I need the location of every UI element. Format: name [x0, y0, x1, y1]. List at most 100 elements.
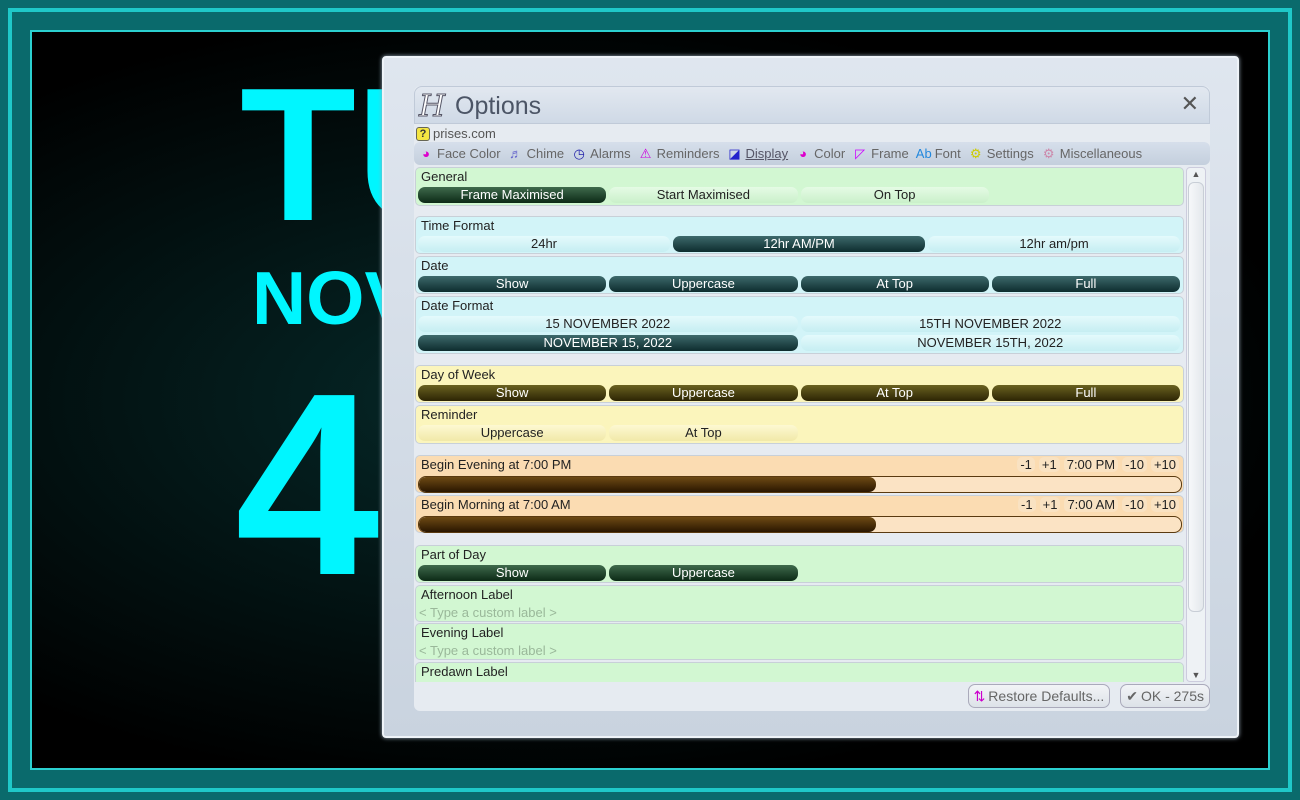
option-toggle-november-15th-2022[interactable]: NOVEMBER 15TH, 2022	[800, 335, 1180, 351]
tab-label: Miscellaneous	[1059, 146, 1143, 161]
scroll-up-icon[interactable]: ▲	[1187, 169, 1205, 179]
slider-fill	[419, 477, 877, 492]
close-icon[interactable]: ✕	[1181, 91, 1199, 117]
scroll-down-icon[interactable]: ▼	[1187, 670, 1205, 680]
section-label: General	[421, 169, 468, 184]
tab-frame[interactable]: ◸ Frame	[852, 146, 909, 162]
check-icon: ✔	[1126, 687, 1138, 704]
time-value[interactable]: 7:00 PM	[1063, 457, 1119, 472]
tab-alarms[interactable]: ◷ Alarms	[571, 146, 630, 162]
tab-color[interactable]: ◕ Color	[795, 146, 845, 162]
section-label: Reminder	[421, 407, 478, 422]
section-reminder: Reminder Uppercase At Top	[415, 405, 1184, 444]
font-icon: Ab	[915, 145, 932, 161]
option-toggle-full[interactable]: Full	[991, 385, 1180, 401]
tab-label: Color	[814, 146, 846, 161]
section-label: Afternoon Label	[421, 587, 513, 602]
step-button[interactable]: -1	[1017, 457, 1035, 472]
clock-icon: ◷	[573, 145, 585, 161]
warning-icon: ⚠	[639, 145, 652, 161]
tab-label: Font	[934, 146, 961, 161]
option-toggle-uppercase[interactable]: Uppercase	[418, 425, 607, 441]
time-value[interactable]: 7:00 AM	[1064, 497, 1119, 512]
tab-reminders[interactable]: ⚠ Reminders	[638, 146, 720, 162]
url-row: ? prises.com	[416, 126, 496, 141]
step-button[interactable]: -10	[1122, 497, 1147, 512]
color-wheel-icon: ◕	[422, 145, 430, 161]
title-bar[interactable]: H Options ✕	[414, 86, 1210, 125]
option-toggle-start-maximised[interactable]: Start Maximised	[609, 187, 798, 203]
step-button[interactable]: -1	[1018, 497, 1036, 512]
section-label: Begin Evening at 7:00 PM	[421, 457, 572, 472]
display-options-panel: General Frame Maximised Start Maximised On …	[414, 167, 1186, 682]
option-toggle-show[interactable]: Show	[418, 276, 607, 292]
option-toggle-full[interactable]: Full	[991, 276, 1180, 292]
option-toggle-12hr-am-pm[interactable]: 12hr am/pm	[928, 236, 1180, 252]
scrollbar[interactable]: ▲ ▼	[1186, 167, 1206, 682]
section-label: Date Format	[421, 298, 494, 313]
scrollbar-thumb[interactable]	[1188, 182, 1204, 612]
section-afternoon-label: Afternoon Label < Type a custom label >	[415, 585, 1184, 622]
option-toggle-on-top[interactable]: On Top	[800, 187, 989, 203]
section-begin-evening-at-7-00-pm: Begin Evening at 7:00 PM -1 +1 7:00 PM -10 +1…	[415, 455, 1184, 493]
option-toggle-15-november-2022[interactable]: 15 NOVEMBER 2022	[418, 316, 798, 332]
app-logo: H	[418, 89, 446, 125]
section-time-format: Time Format 24hr 12hr AM/PM 12hr am/pm	[415, 216, 1184, 254]
option-toggle-at-top[interactable]: At Top	[800, 276, 989, 292]
tab-label: Chime	[526, 146, 565, 161]
option-toggle-uppercase[interactable]: Uppercase	[609, 276, 798, 292]
section-label: Part of Day	[421, 547, 487, 562]
section-date-format: Date Format 15 NOVEMBER 2022 15TH NOVEMBER…	[415, 296, 1184, 354]
section-label: Date	[421, 258, 449, 273]
section-general: General Frame Maximised Start Maximised On …	[415, 167, 1184, 206]
step-button[interactable]: +1	[1038, 457, 1060, 472]
option-toggle-show[interactable]: Show	[418, 565, 607, 581]
custom-label-input[interactable]: < Type a custom label >	[419, 643, 557, 658]
option-toggle-24hr[interactable]: 24hr	[418, 236, 670, 252]
option-toggle-at-top[interactable]: At Top	[800, 385, 989, 401]
section-label: Begin Morning at 7:00 AM	[421, 497, 571, 512]
tab-label: Settings	[986, 146, 1034, 161]
section-evening-label: Evening Label < Type a custom label >	[415, 623, 1184, 660]
section-label: Time Format	[421, 218, 495, 233]
step-button[interactable]: +1	[1039, 497, 1061, 512]
tab-chime[interactable]: ♬ Chime	[508, 145, 565, 162]
misc-gear-icon: ⚙	[1042, 145, 1055, 161]
option-toggle-uppercase[interactable]: Uppercase	[609, 565, 798, 581]
option-toggle-november-15-2022[interactable]: NOVEMBER 15, 2022	[418, 335, 798, 351]
time-stepper: -1 +1 7:00 PM -10 +10	[1017, 457, 1179, 472]
restore-defaults-button[interactable]: ⇅ Restore Defaults...	[967, 684, 1111, 708]
ok-button[interactable]: ✔ OK - 275s	[1120, 684, 1210, 708]
option-toggle-show[interactable]: Show	[418, 385, 607, 401]
option-toggle-uppercase[interactable]: Uppercase	[609, 385, 798, 401]
section-label: Day of Week	[421, 367, 496, 382]
step-button[interactable]: +10	[1150, 457, 1179, 472]
step-button[interactable]: -10	[1122, 457, 1147, 472]
custom-label-input[interactable]: < Type a custom label >	[419, 605, 557, 620]
tab-miscellaneous[interactable]: ⚙ Miscellaneous	[1041, 146, 1142, 162]
option-toggle-15th-november-2022[interactable]: 15TH NOVEMBER 2022	[800, 316, 1180, 332]
ok-label: OK - 275s	[1140, 688, 1204, 704]
url-link[interactable]: prises.com	[433, 126, 496, 141]
tab-label: Frame	[871, 146, 909, 161]
option-toggle-at-top[interactable]: At Top	[609, 425, 798, 441]
option-toggle-12hr-am-pm[interactable]: 12hr AM/PM	[673, 236, 925, 252]
restore-icon: ⇅	[973, 687, 986, 704]
time-slider[interactable]	[418, 516, 1182, 533]
tab-font[interactable]: Ab Font	[916, 146, 961, 162]
section-label: Evening Label	[421, 625, 504, 640]
tab-face-color[interactable]: ◕ Face Color	[418, 146, 501, 162]
time-slider[interactable]	[418, 476, 1182, 493]
section-label: Predawn Label	[421, 664, 508, 679]
tab-label: Display	[745, 146, 789, 161]
tab-label: Alarms	[590, 146, 631, 161]
music-icon: ♬	[509, 145, 523, 161]
restore-label: Restore Defaults...	[988, 688, 1105, 704]
step-button[interactable]: +10	[1150, 497, 1179, 512]
tab-display[interactable]: ◪ Display	[726, 146, 788, 162]
help-icon[interactable]: ?	[416, 126, 430, 141]
slider-fill	[419, 517, 877, 532]
tab-bar: ◕ Face Color ♬ Chime ◷ Alarms ⚠ Reminders ◪ Displ…	[414, 142, 1210, 165]
option-toggle-frame-maximised[interactable]: Frame Maximised	[418, 187, 607, 203]
tab-settings[interactable]: ⚙ Settings	[968, 146, 1034, 162]
